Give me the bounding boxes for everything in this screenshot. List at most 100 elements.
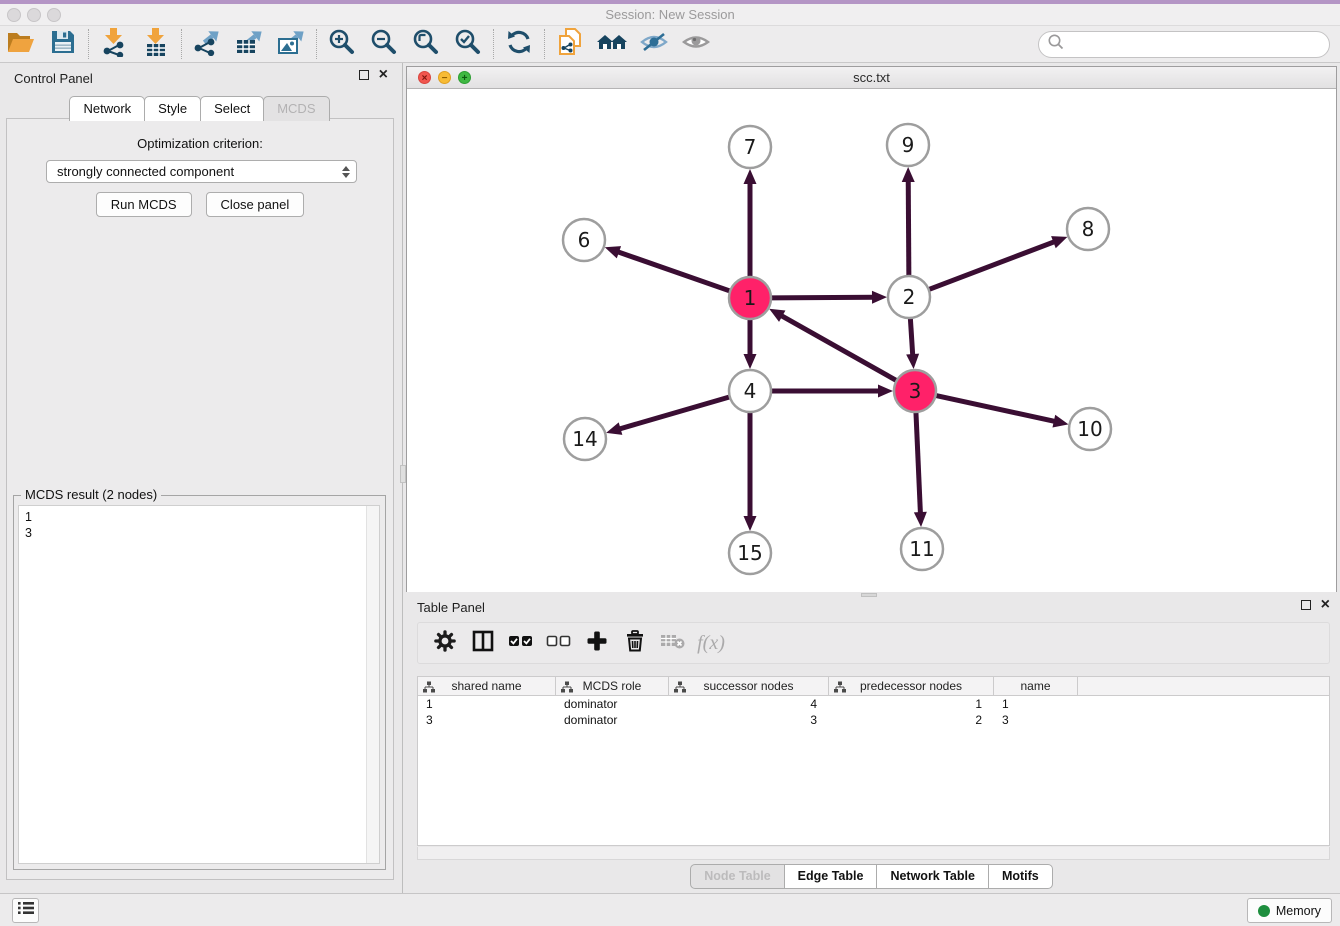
tab-network[interactable]: Network [69,96,145,121]
memory-button[interactable]: Memory [1247,898,1332,923]
hierarchy-icon [834,681,846,696]
graph-edge-3-11[interactable] [916,412,921,515]
cell-predecessor-nodes[interactable]: 2 [829,713,994,727]
home-view-button[interactable] [591,27,633,61]
close-panel-button[interactable]: Close panel [206,192,305,217]
cell-mcds-role[interactable]: dominator [556,713,669,727]
column-header-name[interactable]: name [994,677,1078,695]
network-graph[interactable]: 7968124314101511 [407,89,1336,592]
optimization-criterion-select[interactable]: strongly connected component [46,160,357,183]
cell-predecessor-nodes[interactable]: 1 [829,697,994,711]
cell-shared-name[interactable]: 3 [418,713,556,727]
column-label: predecessor nodes [860,679,962,693]
result-scrollbar[interactable] [366,506,379,863]
float-table-panel-icon[interactable] [1301,600,1311,610]
toolbar-separator [544,29,545,59]
save-session-button[interactable] [42,27,84,61]
close-table-panel-icon[interactable]: × [1321,600,1330,610]
column-header-predecessor-nodes[interactable]: predecessor nodes [829,677,994,695]
tab-mcds[interactable]: MCDS [263,96,329,121]
zoom-in-button[interactable] [321,27,363,61]
cell-successor-nodes[interactable]: 4 [669,697,829,711]
cell-name[interactable]: 3 [994,713,1078,727]
task-history-button[interactable] [12,898,39,923]
add-column-button[interactable] [578,626,616,660]
node-table[interactable]: shared name MCDS role successor nodes pr… [417,676,1330,846]
control-panel-title: Control Panel [14,71,93,86]
tab-motifs[interactable]: Motifs [988,864,1053,889]
function-builder-button[interactable]: f(x) [692,626,730,660]
select-all-rows-button[interactable] [502,626,540,660]
toolbar-separator [181,29,182,59]
graph-node-label: 1 [744,286,757,310]
cell-shared-name[interactable]: 1 [418,697,556,711]
table-row[interactable]: 1 dominator 4 1 1 [418,696,1329,712]
table-panel-title: Table Panel [417,600,485,615]
table-horizontal-scrollbar[interactable] [417,847,1330,860]
search-field[interactable] [1038,31,1330,58]
show-all-button[interactable] [675,27,717,61]
run-mcds-button[interactable]: Run MCDS [96,192,192,217]
graph-node-label: 10 [1077,417,1102,441]
graph-edge-1-2[interactable] [771,297,875,298]
export-image-button[interactable] [270,27,312,61]
tab-style[interactable]: Style [144,96,201,121]
graph-edge-2-3[interactable] [910,318,912,357]
zoom-out-button[interactable] [363,27,405,61]
save-floppy-icon [50,29,76,60]
select-stepper-icon [342,166,350,178]
fx-icon: f(x) [697,632,725,655]
show-columns-button[interactable] [464,626,502,660]
deselect-all-rows-button[interactable] [540,626,578,660]
tab-node-table[interactable]: Node Table [690,864,784,889]
delete-table-button[interactable] [654,626,692,660]
graph-arrowhead [914,512,927,527]
graph-edge-3-10[interactable] [936,395,1057,421]
table-row[interactable]: 3 dominator 3 2 3 [418,712,1329,728]
column-header-mcds-role[interactable]: MCDS role [556,677,669,695]
table-settings-button[interactable] [426,626,464,660]
cell-mcds-role[interactable]: dominator [556,697,669,711]
search-input[interactable] [1065,35,1329,55]
tab-select[interactable]: Select [200,96,264,121]
graph-arrowhead [906,354,919,369]
zoom-fit-button[interactable] [405,27,447,61]
graph-edge-4-14[interactable] [618,397,730,430]
zoom-selected-button[interactable] [447,27,489,61]
import-table-button[interactable] [135,27,177,61]
graph-edge-3-1[interactable] [780,315,897,381]
mcds-result-title: MCDS result (2 nodes) [21,487,161,502]
export-network-button[interactable] [186,27,228,61]
graph-node-label: 2 [903,285,916,309]
open-session-button[interactable] [0,27,42,61]
import-network-button[interactable] [93,27,135,61]
graph-edge-1-6[interactable] [616,251,730,291]
horizontal-splitter-grip[interactable] [861,593,877,597]
mcds-result-group: MCDS result (2 nodes) 1 3 [13,495,386,870]
graph-arrowhead [1052,415,1068,428]
gear-icon [434,630,456,657]
refresh-network-button[interactable] [498,27,540,61]
cell-name[interactable]: 1 [994,697,1078,711]
delete-column-button[interactable] [616,626,654,660]
close-panel-icon[interactable]: × [379,70,388,80]
network-window-title: scc.txt [407,70,1336,85]
graph-edge-2-9[interactable] [908,179,909,276]
optimization-criterion-label: Optimization criterion: [7,136,393,151]
graph-edge-2-8[interactable] [929,241,1057,289]
copy-network-button[interactable] [549,27,591,61]
status-bar: Memory [0,893,1340,926]
cell-successor-nodes[interactable]: 3 [669,713,829,727]
mcds-result-box[interactable]: 1 3 [18,505,380,864]
export-table-button[interactable] [228,27,270,61]
column-header-successor-nodes[interactable]: successor nodes [669,677,829,695]
hide-selected-button[interactable] [633,27,675,61]
float-panel-icon[interactable] [359,70,369,80]
network-canvas[interactable]: 7968124314101511 [407,89,1336,592]
tab-network-table[interactable]: Network Table [876,864,989,889]
export-network-icon [192,28,222,61]
network-window-titlebar[interactable]: × − + scc.txt [407,67,1336,89]
tab-edge-table[interactable]: Edge Table [784,864,878,889]
column-header-shared-name[interactable]: shared name [418,677,556,695]
graph-arrowhead [744,354,757,369]
